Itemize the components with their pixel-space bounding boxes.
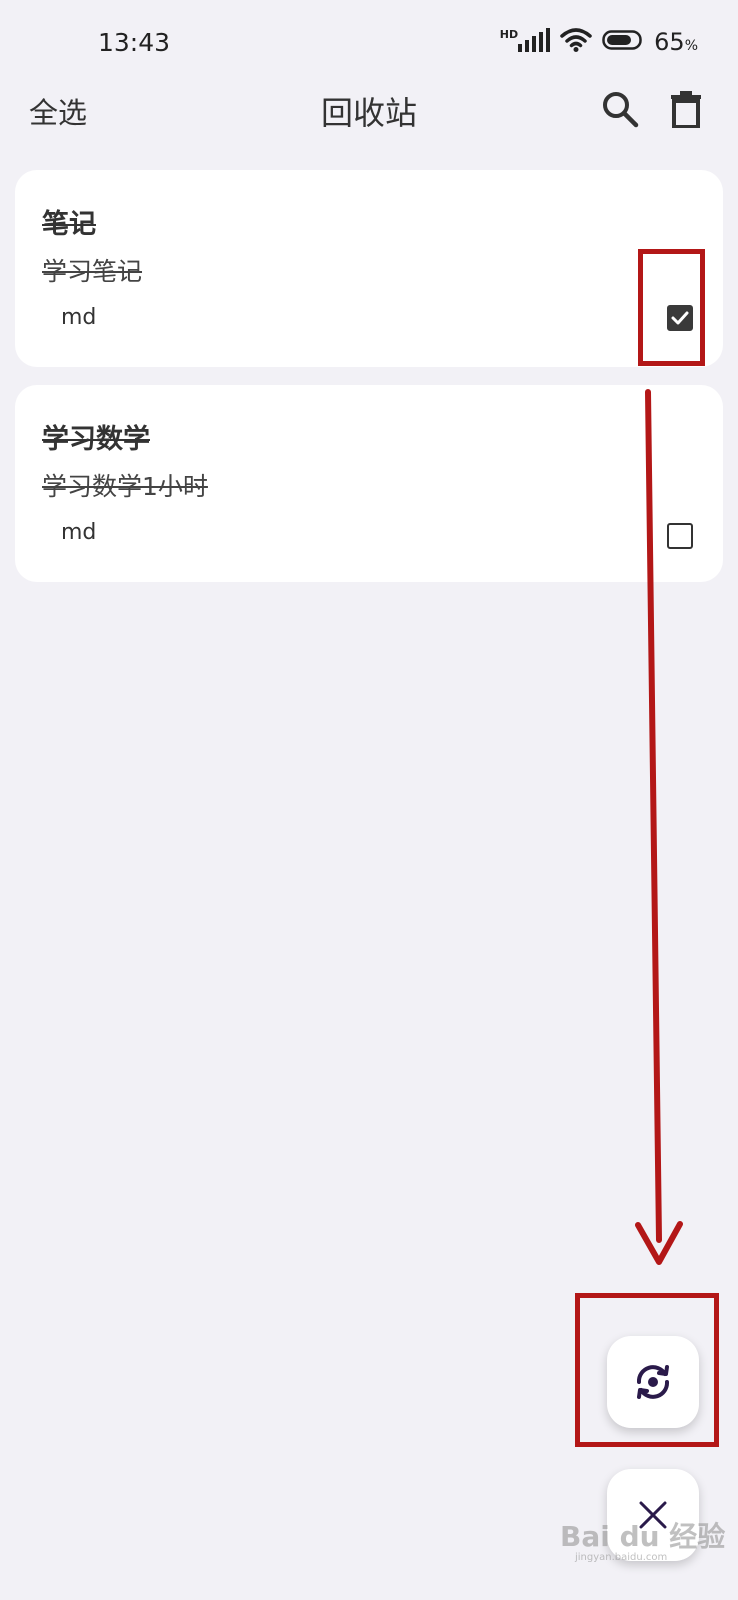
restore-button[interactable] — [607, 1336, 699, 1428]
watermark-url: jingyan.baidu.com — [575, 1552, 668, 1563]
watermark: Bai du 经验 — [560, 1520, 726, 1553]
restore-icon — [637, 1365, 669, 1399]
